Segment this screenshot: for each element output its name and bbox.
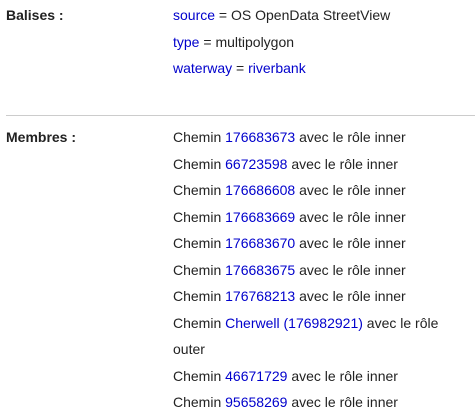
member-role: avec le rôle inner bbox=[287, 155, 398, 172]
tag-key-link-waterway[interactable]: waterway bbox=[173, 60, 232, 76]
member-role: avec le rôle inner bbox=[287, 394, 398, 410]
member-row: Chemin 176683673 avec le rôle inner bbox=[173, 124, 475, 151]
tag-key-link-source[interactable]: source bbox=[173, 7, 215, 23]
tag-key-link-type[interactable]: type bbox=[173, 34, 199, 50]
tag-value-link-waterway[interactable]: riverbank bbox=[248, 60, 306, 76]
tag-row-source: source = OS OpenData StreetView bbox=[173, 2, 475, 29]
member-role: avec le rôle inner bbox=[295, 129, 406, 145]
member-type: Chemin bbox=[173, 288, 226, 304]
member-row: Chemin 66723598 avec le rôle inner bbox=[173, 151, 475, 178]
member-type: Chemin bbox=[173, 394, 226, 410]
member-type: Chemin bbox=[173, 182, 226, 198]
member-type: Chemin bbox=[173, 261, 226, 278]
tag-row-waterway: waterway = riverbank bbox=[173, 55, 475, 82]
member-way-link[interactable]: 46671729 bbox=[225, 368, 287, 384]
member-way-link[interactable]: 176683673 bbox=[225, 129, 295, 145]
member-type: Chemin bbox=[173, 367, 226, 384]
member-role: avec le rôle inner bbox=[287, 367, 398, 384]
member-type: Chemin bbox=[173, 208, 226, 225]
member-type: Chemin bbox=[173, 155, 226, 172]
member-way-link[interactable]: 176683675 bbox=[225, 262, 295, 278]
member-type: Chemin bbox=[173, 129, 226, 145]
tag-equals: = bbox=[215, 7, 231, 23]
tags-label: Balises : bbox=[6, 7, 64, 23]
tag-equals: = bbox=[232, 60, 249, 76]
member-row: Chemin 176683669 avec le rôle inner bbox=[173, 204, 475, 231]
member-row: Chemin 176768213 avec le rôle inner bbox=[173, 283, 475, 310]
member-way-link[interactable]: 66723598 bbox=[225, 156, 287, 172]
member-way-link[interactable]: 176683670 bbox=[225, 235, 295, 251]
member-way-link[interactable]: 95658269 bbox=[225, 394, 287, 410]
member-row: Chemin 176683675 avec le rôle inner bbox=[173, 257, 475, 284]
tags-list: source = OS OpenData StreetView type = m… bbox=[173, 2, 475, 82]
member-row: Chemin 176683670 avec le rôle inner bbox=[173, 230, 475, 257]
tag-value-type: multipolygon bbox=[215, 33, 295, 50]
member-way-link[interactable]: Cherwell (176982921) bbox=[225, 315, 363, 331]
member-role: avec le rôle inner bbox=[295, 288, 406, 304]
member-way-link[interactable]: 176768213 bbox=[225, 288, 295, 304]
tag-equals: = bbox=[199, 33, 216, 50]
member-type: Chemin bbox=[173, 314, 226, 331]
members-list: Chemin 176683673 avec le rôle inner Chem… bbox=[173, 124, 475, 416]
member-role: avec le rôle inner bbox=[295, 235, 406, 251]
section-divider bbox=[6, 115, 475, 116]
member-role: avec le rôle inner bbox=[295, 261, 406, 278]
member-row: Chemin 176686608 avec le rôle inner bbox=[173, 177, 475, 204]
member-way-link[interactable]: 176683669 bbox=[225, 209, 295, 225]
member-role: avec le rôle inner bbox=[295, 208, 406, 225]
tag-row-type: type = multipolygon bbox=[173, 29, 475, 56]
tag-value-source: OS OpenData StreetView bbox=[231, 7, 391, 23]
member-row: Chemin 95658269 avec le rôle inner bbox=[173, 389, 475, 416]
member-role: avec le rôle inner bbox=[295, 182, 406, 198]
member-way-link[interactable]: 176686608 bbox=[225, 182, 295, 198]
member-row: Chemin Cherwell (176982921) avec le rôle… bbox=[173, 310, 473, 363]
member-row: Chemin 46671729 avec le rôle inner bbox=[173, 363, 475, 390]
members-label: Membres : bbox=[6, 129, 77, 145]
member-type: Chemin bbox=[173, 235, 226, 251]
